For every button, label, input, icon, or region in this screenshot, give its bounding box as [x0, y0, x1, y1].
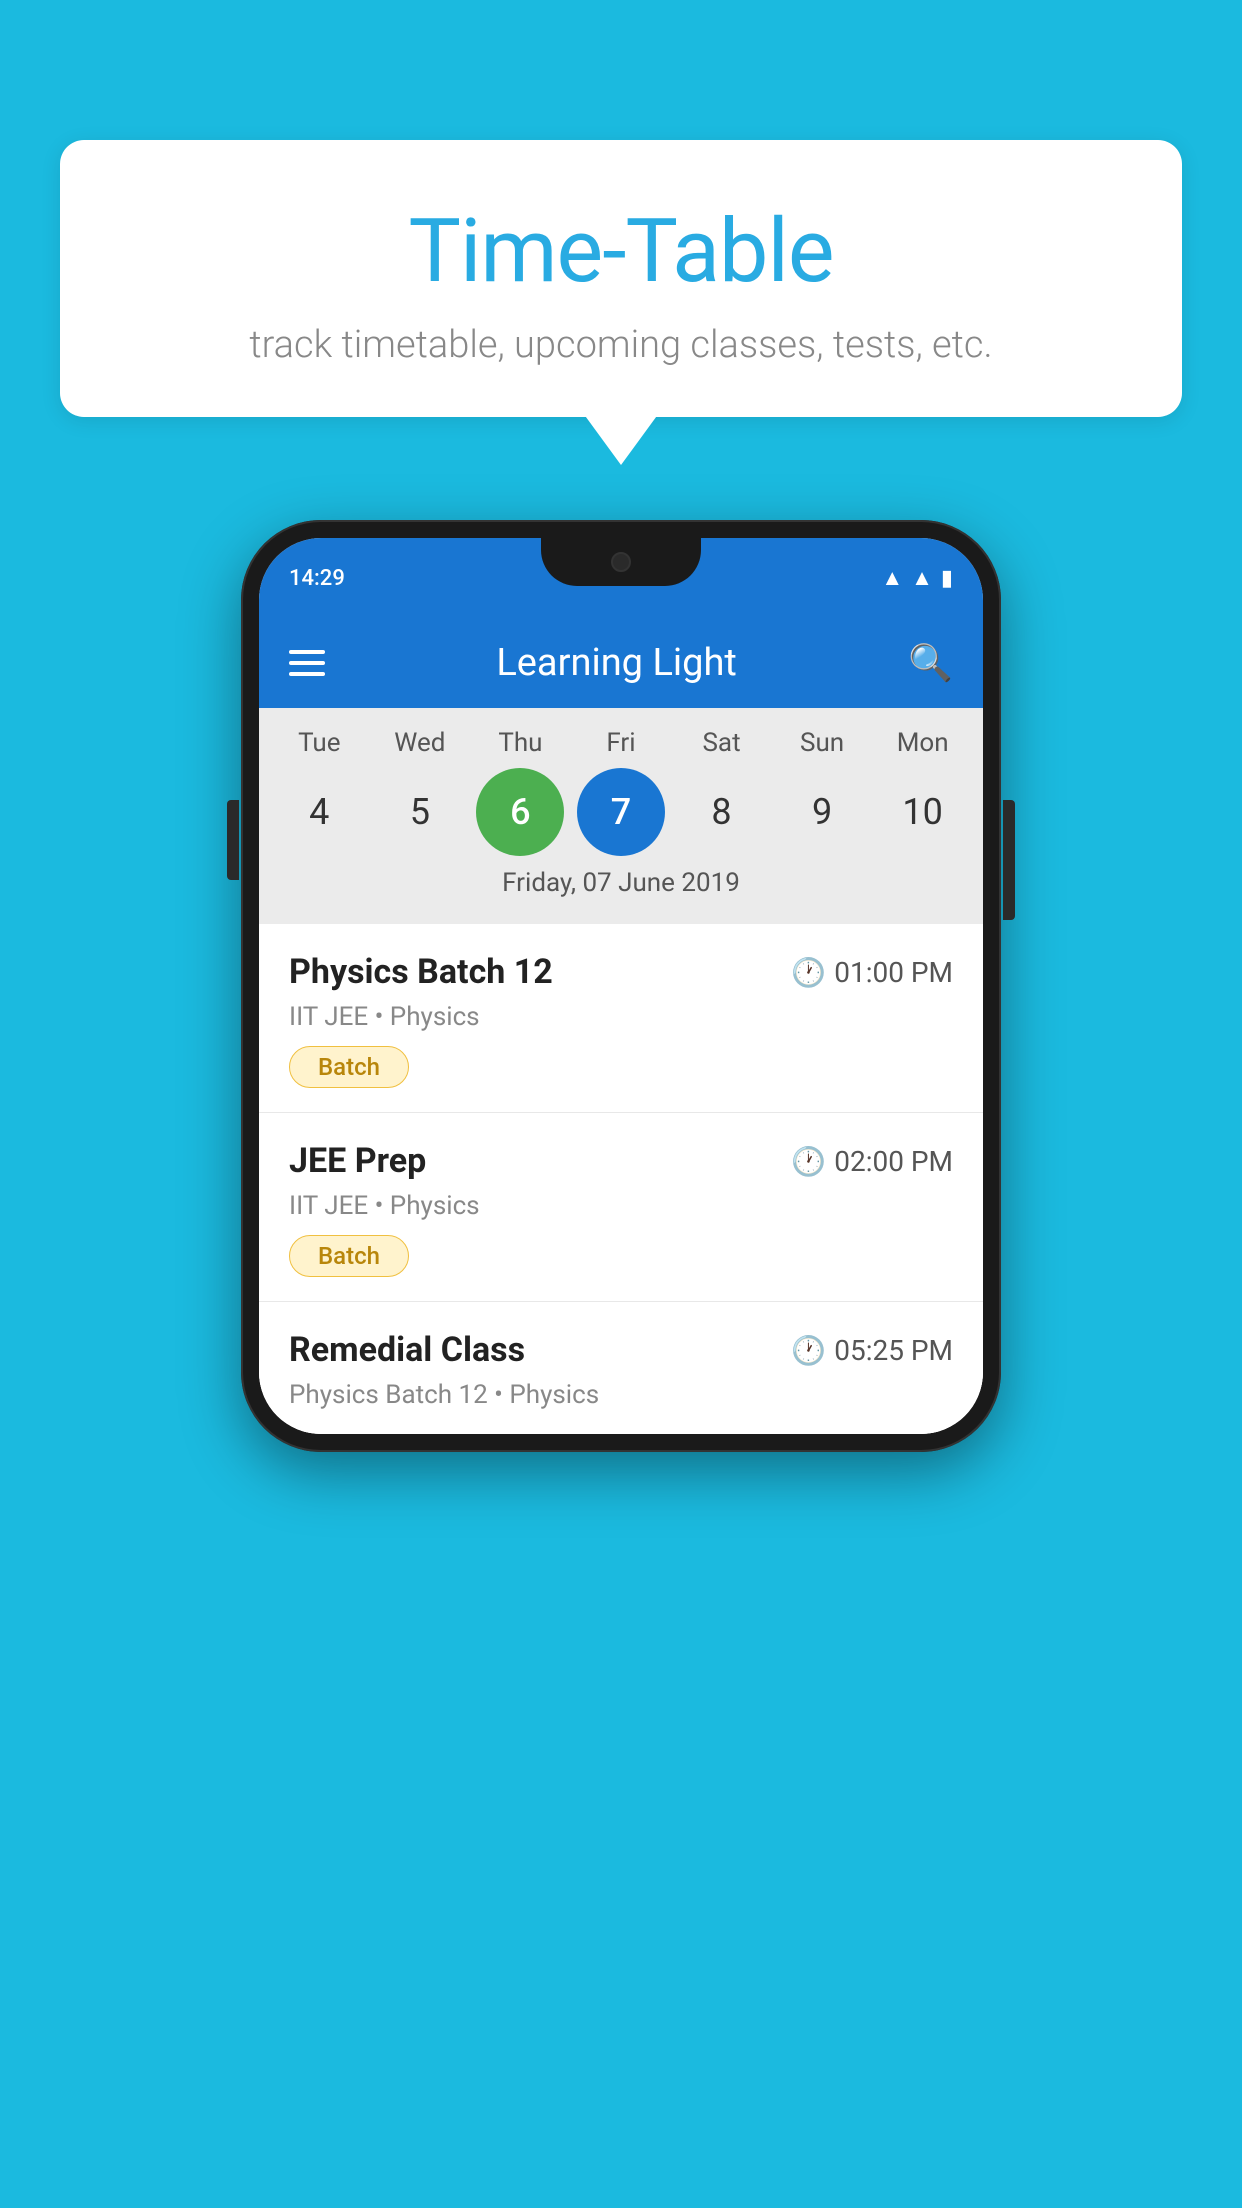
speech-bubble: Time-Table track timetable, upcoming cla… [60, 140, 1182, 417]
hamburger-line-3 [289, 672, 325, 676]
schedule-title-1: Physics Batch 12 [289, 952, 553, 992]
day-10[interactable]: 10 [879, 768, 967, 856]
status-bar: 14:29 ▲ ▲ ▮ [259, 538, 983, 618]
calendar-strip: Tue Wed Thu Fri Sat Sun Mon 4 5 6 7 8 9 … [259, 708, 983, 924]
clock-icon-2: 🕐 [791, 1145, 826, 1178]
batch-badge-2: Batch [289, 1235, 409, 1277]
phone-mockup: 14:29 ▲ ▲ ▮ Learning Light 🔍 [241, 520, 1001, 1452]
phone-outer: 14:29 ▲ ▲ ▮ Learning Light 🔍 [241, 520, 1001, 1452]
day-6-today[interactable]: 6 [476, 768, 564, 856]
hamburger-line-2 [289, 661, 325, 665]
status-icons: ▲ ▲ ▮ [881, 565, 953, 591]
day-numbers: 4 5 6 7 8 9 10 [259, 768, 983, 856]
day-7-selected[interactable]: 7 [577, 768, 665, 856]
schedule-item-3-header: Remedial Class 🕐 05:25 PM [289, 1330, 953, 1370]
schedule-item-1[interactable]: Physics Batch 12 🕐 01:00 PM IIT JEE • Ph… [259, 924, 983, 1113]
menu-button[interactable] [289, 650, 325, 676]
app-title: Learning Light [349, 641, 884, 685]
schedule-meta-3: Physics Batch 12 • Physics [289, 1380, 953, 1410]
schedule-time-2: 🕐 02:00 PM [791, 1145, 953, 1178]
selected-date-label: Friday, 07 June 2019 [259, 856, 983, 914]
schedule-title-3: Remedial Class [289, 1330, 525, 1370]
signal-icon: ▲ [911, 565, 933, 591]
phone-notch [541, 538, 701, 586]
speech-bubble-section: Time-Table track timetable, upcoming cla… [60, 140, 1182, 417]
battery-icon: ▮ [941, 566, 953, 591]
app-bar: Learning Light 🔍 [259, 618, 983, 708]
batch-badge-1: Batch [289, 1046, 409, 1088]
search-icon[interactable]: 🔍 [908, 642, 953, 684]
hamburger-line-1 [289, 650, 325, 654]
clock-icon-3: 🕐 [791, 1334, 826, 1367]
day-headers: Tue Wed Thu Fri Sat Sun Mon [259, 728, 983, 758]
day-4[interactable]: 4 [275, 768, 363, 856]
clock-icon-1: 🕐 [791, 956, 826, 989]
day-header-wed: Wed [376, 728, 464, 758]
day-header-mon: Mon [879, 728, 967, 758]
schedule-time-value-3: 05:25 PM [834, 1334, 953, 1367]
schedule-item-2-header: JEE Prep 🕐 02:00 PM [289, 1141, 953, 1181]
bubble-title: Time-Table [100, 200, 1142, 303]
camera [611, 552, 631, 572]
schedule-item-3[interactable]: Remedial Class 🕐 05:25 PM Physics Batch … [259, 1302, 983, 1434]
phone-screen: 14:29 ▲ ▲ ▮ Learning Light 🔍 [259, 538, 983, 1434]
schedule-meta-1: IIT JEE • Physics [289, 1002, 953, 1032]
day-5[interactable]: 5 [376, 768, 464, 856]
day-9[interactable]: 9 [778, 768, 866, 856]
status-time: 14:29 [289, 566, 345, 591]
schedule-item-1-header: Physics Batch 12 🕐 01:00 PM [289, 952, 953, 992]
day-header-thu: Thu [476, 728, 564, 758]
schedule-time-3: 🕐 05:25 PM [791, 1334, 953, 1367]
day-header-sun: Sun [778, 728, 866, 758]
day-header-fri: Fri [577, 728, 665, 758]
schedule-meta-2: IIT JEE • Physics [289, 1191, 953, 1221]
day-header-sat: Sat [678, 728, 766, 758]
wifi-icon: ▲ [881, 565, 903, 591]
schedule-list: Physics Batch 12 🕐 01:00 PM IIT JEE • Ph… [259, 924, 983, 1434]
bubble-subtitle: track timetable, upcoming classes, tests… [100, 323, 1142, 367]
schedule-time-value-1: 01:00 PM [834, 956, 953, 989]
schedule-item-2[interactable]: JEE Prep 🕐 02:00 PM IIT JEE • Physics Ba… [259, 1113, 983, 1302]
day-header-tue: Tue [275, 728, 363, 758]
day-8[interactable]: 8 [678, 768, 766, 856]
schedule-title-2: JEE Prep [289, 1141, 426, 1181]
schedule-time-value-2: 02:00 PM [834, 1145, 953, 1178]
schedule-time-1: 🕐 01:00 PM [791, 956, 953, 989]
